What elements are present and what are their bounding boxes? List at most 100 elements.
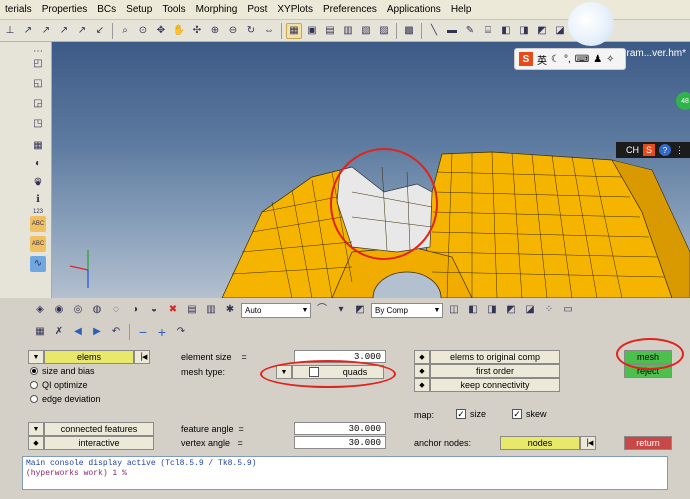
nodes-display-icon[interactable]: ⁘: [541, 302, 557, 318]
pan-icon[interactable]: ✥: [153, 23, 169, 39]
mask-icon[interactable]: ◱: [30, 76, 46, 92]
radio-qi[interactable]: [30, 381, 38, 389]
mesh-type-arrow[interactable]: ▼: [276, 365, 292, 379]
components-browser-icon[interactable]: ◈: [32, 302, 48, 318]
ime-language[interactable]: 英: [537, 52, 547, 67]
wrench-tool-icon[interactable]: ✗: [51, 324, 67, 340]
color-mode-select[interactable]: By Comp ▼: [371, 302, 443, 318]
hand-icon[interactable]: ✋: [171, 23, 187, 39]
flip-icon[interactable]: ⇔: [261, 23, 277, 39]
materials-icon[interactable]: ◎: [70, 302, 86, 318]
ime-toolbar[interactable]: S 英 ☾ °, ⌨ ♟ ✧: [514, 48, 626, 70]
view-iso-icon[interactable]: ↗: [74, 23, 90, 39]
box-view-icon[interactable]: ◫: [446, 302, 462, 318]
menu-morphing[interactable]: Morphing: [191, 0, 243, 20]
display-shaded-icon[interactable]: ▣: [304, 23, 320, 39]
anchor-nodes-button[interactable]: nodes: [500, 436, 580, 450]
zoom-window-icon[interactable]: ⌕: [117, 23, 133, 39]
bar-tool-icon[interactable]: ▬: [444, 23, 460, 39]
zoom-fit-icon[interactable]: ⊙: [135, 23, 151, 39]
pencil-icon[interactable]: ✎: [462, 23, 478, 39]
mesh-button[interactable]: mesh: [624, 350, 672, 364]
redo-icon[interactable]: ↷: [173, 324, 189, 340]
grid-panel-icon[interactable]: ▦: [32, 324, 48, 340]
option-qi-optimize[interactable]: QI optimize: [30, 380, 88, 390]
radio-size-bias[interactable]: [30, 367, 38, 375]
display-feature-icon[interactable]: ▨: [376, 23, 392, 39]
view-yz-icon[interactable]: ↗: [56, 23, 72, 39]
menu-help[interactable]: Help: [446, 0, 477, 20]
monitor-icon[interactable]: ▭: [560, 302, 576, 318]
assembly-icon[interactable]: ◲: [30, 96, 46, 112]
grid-icon[interactable]: ▦: [30, 138, 46, 154]
curve-icon[interactable]: ∿: [30, 256, 46, 272]
display-surface-icon[interactable]: ▧: [358, 23, 374, 39]
solid-icon[interactable]: ◩: [534, 23, 550, 39]
delete-icon[interactable]: ✖: [165, 302, 181, 318]
elements-icon[interactable]: ◳: [30, 116, 46, 132]
order-toggle[interactable]: ◆: [414, 364, 430, 378]
menu-tools[interactable]: Tools: [157, 0, 190, 20]
systems-icon[interactable]: ◑: [127, 302, 143, 318]
menu-xyplots[interactable]: XYPlots: [272, 0, 318, 20]
connectivity-toggle[interactable]: ◆: [414, 378, 430, 392]
help-icon[interactable]: ?: [659, 144, 671, 156]
more-icon[interactable]: ⋮: [675, 145, 684, 156]
option-size-and-bias[interactable]: size and bias: [30, 366, 95, 376]
element-color-icon[interactable]: ◩: [352, 302, 368, 318]
elems-comp-toggle[interactable]: ◆: [414, 350, 430, 364]
binoculars-icon[interactable]: ⊚: [30, 174, 46, 190]
color-icon[interactable]: ▥: [203, 302, 219, 318]
feature-angle-field[interactable]: 30.000: [294, 422, 386, 435]
menu-post[interactable]: Post: [242, 0, 272, 20]
zoom-in-icon[interactable]: ⊕: [207, 23, 223, 39]
console-prompt[interactable]: (hyperworks work) 1 %: [26, 469, 664, 479]
view-axis-icon[interactable]: ⊥: [2, 23, 18, 39]
box-icon[interactable]: ◪: [552, 23, 568, 39]
label-abc-icon[interactable]: ABC: [30, 216, 46, 232]
checkbox-box[interactable]: ✓: [512, 409, 522, 419]
radio-edge[interactable]: [30, 395, 38, 403]
display-edges-icon[interactable]: ▤: [322, 23, 338, 39]
map-size-checkbox[interactable]: ✓ size: [456, 409, 486, 419]
vectors-icon[interactable]: ◒: [146, 302, 162, 318]
cube-icon[interactable]: ◧: [498, 23, 514, 39]
menu-setup[interactable]: Setup: [121, 0, 157, 20]
display-mode-select[interactable]: Auto ▼: [241, 302, 311, 318]
mesh-type-checkbox[interactable]: [308, 367, 319, 377]
menu-materials[interactable]: terials: [0, 0, 37, 20]
plus-icon[interactable]: +: [154, 324, 170, 340]
forward-arrow-icon[interactable]: ▶: [89, 324, 105, 340]
zoom-out-icon[interactable]: ⊖: [225, 23, 241, 39]
checkbox-box[interactable]: [308, 367, 319, 377]
option-edge-deviation[interactable]: edge deviation: [30, 394, 101, 404]
reject-button[interactable]: reject: [624, 364, 672, 378]
display-mixed-icon[interactable]: ▥: [340, 23, 356, 39]
shrink-icon[interactable]: ◨: [484, 302, 500, 318]
view-xy-icon[interactable]: ↗: [20, 23, 36, 39]
view-xz-icon[interactable]: ↗: [38, 23, 54, 39]
back-arrow-icon[interactable]: ◀: [70, 324, 86, 340]
tcl-console[interactable]: Main console display active (Tcl8.5.9 / …: [22, 456, 668, 490]
spin-icon[interactable]: ↻: [243, 23, 259, 39]
minus-icon[interactable]: −: [135, 324, 151, 340]
view-back-icon[interactable]: ↙: [92, 23, 108, 39]
element-size-field[interactable]: 3.000: [294, 350, 386, 363]
mesh-style-icon[interactable]: ▾: [333, 302, 349, 318]
transparency-icon[interactable]: ◪: [522, 302, 538, 318]
menu-preferences[interactable]: Preferences: [318, 0, 382, 20]
interactive-toggle[interactable]: ◆: [28, 436, 44, 450]
ime-status-bar[interactable]: CH S ? ⋮: [616, 142, 690, 158]
reset-nodes-button[interactable]: ▕◀: [580, 436, 596, 450]
rotate-icon[interactable]: ✣: [189, 23, 205, 39]
elems-to-comp-button[interactable]: elems to original comp: [430, 350, 560, 364]
loadcol-icon[interactable]: ◌: [108, 302, 124, 318]
entity-selector-arrow[interactable]: ▼: [28, 350, 44, 364]
label-abc2-icon[interactable]: ABC: [30, 236, 46, 252]
organize-icon[interactable]: ▤: [184, 302, 200, 318]
assemblies-icon[interactable]: ◉: [51, 302, 67, 318]
graphics-viewport[interactable]: Model Info: D:/Program...ver.hm* S 英 ☾ °…: [52, 42, 690, 298]
connected-features-arrow[interactable]: ▼: [28, 422, 44, 436]
renumber-icon[interactable]: ✱: [222, 302, 238, 318]
mesh-type-select[interactable]: quads: [292, 365, 384, 379]
